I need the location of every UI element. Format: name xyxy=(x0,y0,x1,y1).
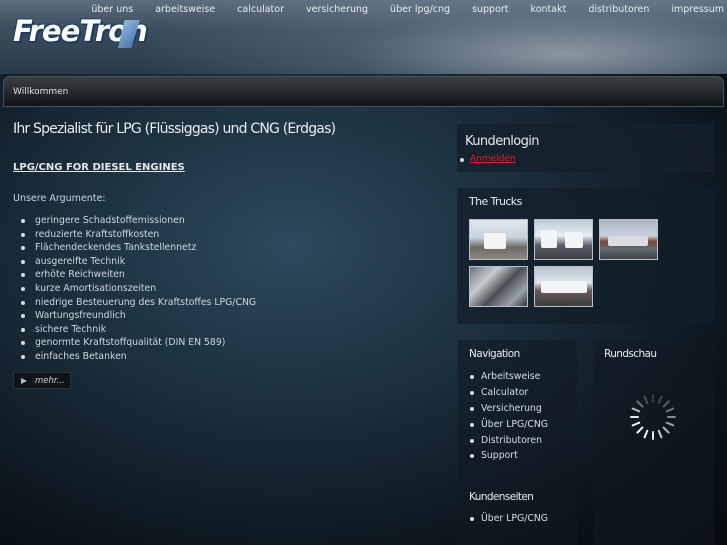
login-title: Kundenlogin xyxy=(465,134,540,149)
nav-distributoren[interactable]: distributoren xyxy=(577,4,660,15)
arguments-lead: Unsere Argumente: xyxy=(13,193,106,204)
top-navigation: über uns arbeitsweise calculator versich… xyxy=(80,4,727,15)
login-box: Kundenlogin Anmelden xyxy=(457,124,714,172)
page-title: Ihr Spezialist für LPG (Flüssiggas) und … xyxy=(13,121,336,137)
kundenseiten-title: Kundenseiten xyxy=(469,491,534,503)
arguments-list: geringere Schadstoffemissionen reduziert… xyxy=(17,214,256,364)
truck-shape xyxy=(608,236,648,246)
nav-item-ueber-lpg-cng[interactable]: Über LPG/CNG xyxy=(469,417,548,433)
navigation-title: Navigation xyxy=(469,348,520,360)
nav-impressum[interactable]: impressum xyxy=(660,4,727,15)
arrow-right-icon xyxy=(21,377,27,384)
trucks-title: The Trucks xyxy=(469,195,522,208)
rundschau-box: Rundschau xyxy=(593,340,714,545)
loading-spinner-icon xyxy=(630,394,676,440)
truck-shape xyxy=(541,281,587,293)
kundenseiten-item[interactable]: Über LPG/CNG xyxy=(469,511,548,526)
nav-item-distributoren[interactable]: Distributoren xyxy=(469,433,548,449)
site-logo[interactable]: FreeTron xyxy=(13,14,148,54)
subtitle-link[interactable]: LPG/CNG FOR DIESEL ENGINES xyxy=(13,162,185,173)
nav-versicherung[interactable]: versicherung xyxy=(295,4,379,15)
navigation-list: Arbeitsweise Calculator Versicherung Übe… xyxy=(469,369,548,464)
nav-item-arbeitsweise[interactable]: Arbeitsweise xyxy=(469,369,548,385)
nav-ueber-lpg-cng[interactable]: über lpg/cng xyxy=(379,4,461,15)
more-button[interactable]: mehr... xyxy=(13,372,71,389)
truck-thumbnail[interactable] xyxy=(534,266,593,307)
nav-kontakt[interactable]: kontakt xyxy=(520,4,578,15)
list-item: niedrige Besteuerung des Kraftstoffes LP… xyxy=(17,296,256,310)
truck-shape xyxy=(541,230,557,248)
login-link[interactable]: Anmelden xyxy=(460,154,516,164)
breadcrumb-label: Willkommen xyxy=(13,87,69,97)
nav-arbeitsweise[interactable]: arbeitsweise xyxy=(144,4,226,15)
truck-thumbnail[interactable] xyxy=(534,219,593,260)
nav-ueber-uns[interactable]: über uns xyxy=(80,4,144,15)
list-item: Wartungsfreundlich xyxy=(17,309,256,323)
rundschau-title: Rundschau xyxy=(604,348,657,360)
nav-calculator[interactable]: calculator xyxy=(226,4,295,15)
site-header: FreeTron über uns arbeitsweise calculato… xyxy=(0,0,727,74)
truck-shape xyxy=(565,232,583,248)
nav-support[interactable]: support xyxy=(461,4,519,15)
list-item: einfaches Betanken xyxy=(17,350,256,364)
truck-shape xyxy=(484,233,506,249)
list-item: geringere Schadstoffemissionen xyxy=(17,214,256,228)
list-item: reduzierte Kraftstoffkosten xyxy=(17,228,256,242)
truck-thumbnail[interactable] xyxy=(469,266,528,307)
kundenseiten-list: Über LPG/CNG xyxy=(469,511,548,526)
nav-item-calculator[interactable]: Calculator xyxy=(469,385,548,401)
breadcrumb-bar: Willkommen xyxy=(3,76,724,107)
truck-thumbnail[interactable] xyxy=(469,219,528,260)
list-item: erhöte Reichweiten xyxy=(17,268,256,282)
trucks-gallery: The Trucks xyxy=(457,188,714,324)
more-label: mehr... xyxy=(35,375,65,386)
nav-item-versicherung[interactable]: Versicherung xyxy=(469,401,548,417)
truck-thumbnail[interactable] xyxy=(599,219,658,260)
list-item: kurze Amortisationszeiten xyxy=(17,282,256,296)
list-item: genormte Kraftstoffqualität (DIN EN 589) xyxy=(17,336,256,350)
list-item: sichere Technik xyxy=(17,323,256,337)
nav-item-support[interactable]: Support xyxy=(469,448,548,464)
list-item: ausgereifte Technik xyxy=(17,255,256,269)
list-item: Flächendeckendes Tankstellennetz xyxy=(17,241,256,255)
